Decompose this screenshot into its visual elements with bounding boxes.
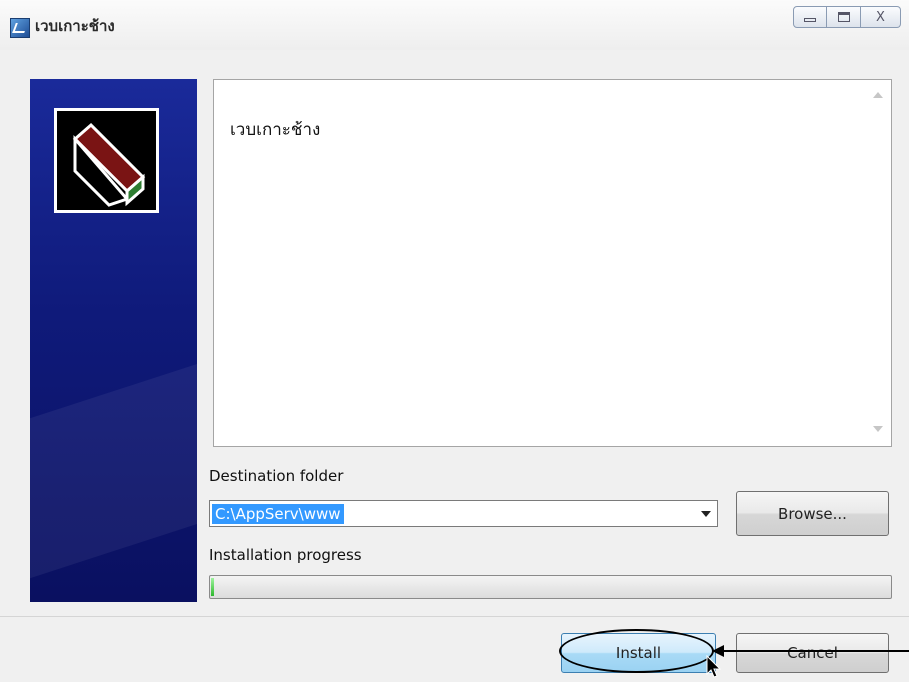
chevron-down-icon[interactable] [701,511,711,517]
progress-label: Installation progress [209,546,362,564]
scroll-down-icon[interactable] [873,426,883,432]
install-button[interactable]: Install [561,633,716,673]
destination-folder-value[interactable]: C:\AppServ\www [212,504,344,524]
app-icon [10,18,30,38]
caption-buttons: X [793,6,901,28]
box-logo-icon [54,108,159,213]
close-button[interactable]: X [861,6,901,28]
footer-separator [0,616,909,617]
window-title: เวบเกาะช้าง [35,17,115,35]
panel-text: เวบเกาะช้าง [230,120,321,140]
browse-button[interactable]: Browse... [736,491,889,536]
scroll-up-icon[interactable] [873,92,883,98]
installer-window: เวบเกาะช้าง X เวบเกาะช้าง Destination fo… [0,0,909,682]
info-text-panel[interactable]: เวบเกาะช้าง [213,79,892,447]
close-icon: X [876,9,885,25]
mouse-cursor-icon [706,655,722,678]
destination-folder-combobox[interactable]: C:\AppServ\www [209,500,718,527]
minimize-button[interactable] [793,6,827,28]
sidebar-banner [30,79,197,602]
title-bar[interactable]: เวบเกาะช้าง X [0,0,909,50]
installation-progress-bar [209,575,892,599]
cancel-button[interactable]: Cancel [736,633,889,673]
minimize-icon [804,18,816,22]
annotation-arrow-line [718,650,909,652]
destination-label: Destination folder [209,467,344,485]
maximize-button[interactable] [827,6,861,28]
progress-fill [211,578,214,596]
maximize-icon [837,12,850,22]
